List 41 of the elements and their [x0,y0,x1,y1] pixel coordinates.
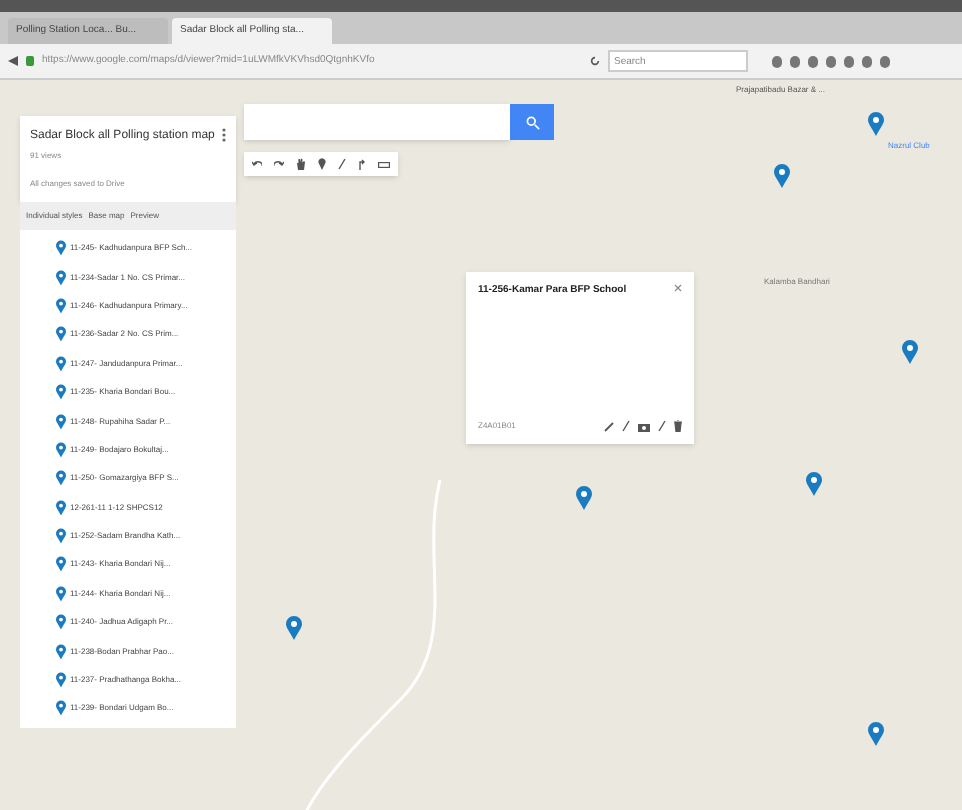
map-marker[interactable] [576,486,592,510]
line-icon[interactable] [338,158,346,170]
marker-icon [56,326,66,343]
marker-icon [56,269,66,286]
marker-icon [56,470,66,487]
hand-icon[interactable] [296,158,306,170]
marker-icon [56,499,66,516]
marker-icon [56,240,66,257]
reload-icon[interactable] [590,56,600,66]
delete-icon[interactable] [674,420,682,432]
slash-icon[interactable] [622,420,630,432]
marker-icon [56,585,66,602]
marker-icon [56,441,66,458]
close-icon[interactable] [674,284,682,292]
route-icon[interactable] [358,158,366,170]
marker-icon [56,355,66,372]
redo-icon[interactable] [274,160,284,168]
marker-icon [56,672,66,689]
marker-icon [56,700,66,717]
map-marker[interactable] [868,722,884,746]
slash-icon[interactable] [658,420,666,432]
map-marker[interactable] [868,112,884,136]
marker-icon [56,297,66,314]
marker-icon [56,614,66,631]
search-field[interactable] [244,104,510,140]
search-button[interactable] [510,104,554,140]
map-marker[interactable] [286,616,302,640]
marker-icon [56,556,66,573]
marker-icon [56,643,66,660]
camera-icon[interactable] [638,421,650,431]
map-marker[interactable] [806,472,822,496]
marker-icon[interactable] [318,158,326,170]
marker-icon [56,384,66,401]
marker-icon [56,413,66,430]
undo-icon[interactable] [252,160,262,168]
map-marker[interactable] [902,340,918,364]
marker-icon [56,528,66,545]
search-icon [525,115,539,129]
ruler-icon[interactable] [378,161,390,167]
map-marker[interactable] [774,164,790,188]
back-icon[interactable] [8,56,18,66]
